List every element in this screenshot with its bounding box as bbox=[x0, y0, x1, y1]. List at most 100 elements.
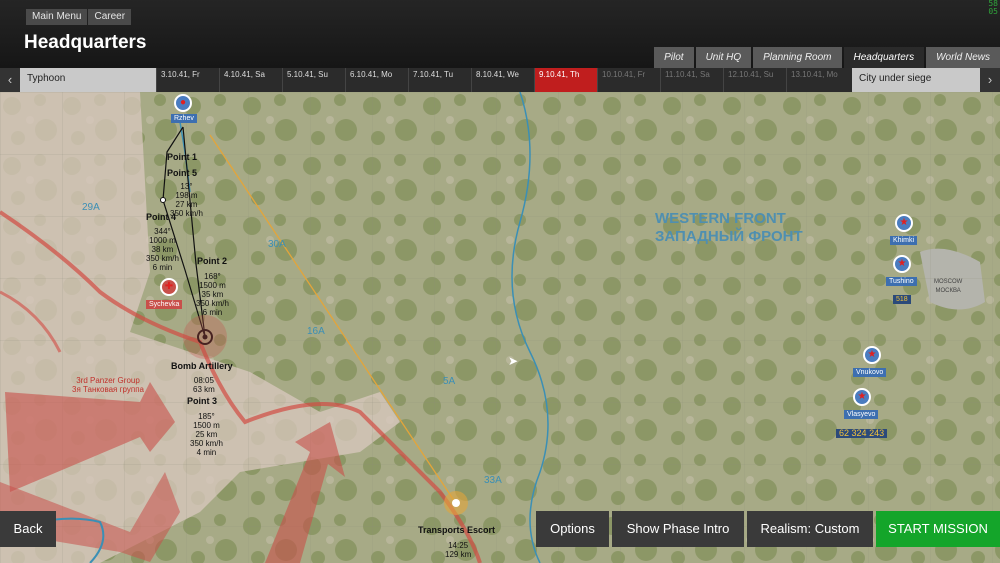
timeline-day-number: 10 bbox=[602, 70, 611, 79]
tab-unit-hq[interactable]: Unit HQ bbox=[695, 47, 752, 68]
timeline-day-number: 13 bbox=[791, 70, 800, 79]
wp4-distance: 38 km bbox=[151, 245, 174, 254]
front-label-ru: ЗАПАДНЫЙ ФРОНТ bbox=[655, 228, 803, 245]
timeline-day-date: .10.41, Fr bbox=[610, 70, 646, 79]
timeline-day-7[interactable]: 7.10.41, Tu bbox=[408, 68, 471, 92]
city-label-sychevka: Sychevka bbox=[146, 300, 183, 309]
enemy-airfield-icon[interactable]: ✚ bbox=[160, 278, 178, 296]
start-mission-button[interactable]: START MISSION bbox=[876, 511, 1000, 547]
timeline-day-date: .10.41, Fr bbox=[165, 70, 200, 79]
timeline-day-date: .10.41, Tu bbox=[417, 70, 454, 79]
target-zone bbox=[183, 315, 227, 359]
timeline-day-4[interactable]: 4.10.41, Sa bbox=[219, 68, 282, 92]
timeline-day-10[interactable]: 10.10.41, Fr bbox=[597, 68, 660, 92]
top-bar: Main Menu Career Headquarters 58 05 Pilo… bbox=[0, 0, 1000, 68]
wp5-altitude: 198 m bbox=[175, 191, 198, 200]
escort-dot bbox=[452, 499, 460, 507]
campaign-timeline: ‹ Typhoon 3.10.41, Fr 4.10.41, Sa 5.10.41,… bbox=[0, 68, 1000, 92]
timeline-day-date: .10.41, Th bbox=[543, 70, 580, 79]
airfield-label-khimki: Khimki bbox=[890, 236, 918, 245]
army-label-33a: 33A bbox=[484, 475, 502, 486]
wp4-time: 6 min bbox=[152, 263, 173, 272]
timeline-day-date: .10.41, Su bbox=[291, 70, 328, 79]
timeline-day-5[interactable]: 5.10.41, Su bbox=[282, 68, 345, 92]
wp2-heading: 168° bbox=[204, 272, 221, 281]
airfield-label-rzhev: Rzhev bbox=[171, 114, 197, 123]
wp3-speed: 350 km/h bbox=[190, 439, 223, 448]
airfield-icon-vnukovo[interactable]: ★ bbox=[863, 346, 881, 364]
timeline-day-3[interactable]: 3.10.41, Fr bbox=[156, 68, 219, 92]
wp2-time: 6 min bbox=[202, 308, 223, 317]
army-label-5a: 5A bbox=[443, 376, 456, 387]
waypoint-label-3: Point 3 bbox=[187, 396, 218, 406]
timeline-day-date: .10.41, We bbox=[480, 70, 519, 79]
wp3-altitude: 1500 m bbox=[193, 421, 220, 430]
waypoint-label-5: Point 5 bbox=[167, 168, 198, 178]
moscow-label: MOSCOW МОСКВА bbox=[934, 278, 962, 296]
timeline-day-8[interactable]: 8.10.41, We bbox=[471, 68, 534, 92]
timeline-day-date: .10.41, Su bbox=[736, 70, 774, 79]
wp3-distance: 25 km bbox=[195, 430, 218, 439]
wp4-heading: 344° bbox=[154, 227, 171, 236]
tab-bar: Pilot Unit HQ Planning Room Headquarters… bbox=[652, 47, 1000, 68]
map-graphics bbox=[0, 92, 1000, 563]
timeline-day-13[interactable]: 13.10.41, Mo bbox=[786, 68, 849, 92]
waypoint-label-4: Point 4 bbox=[146, 212, 177, 222]
back-button[interactable]: Back bbox=[0, 511, 56, 547]
show-phase-intro-button[interactable]: Show Phase Intro bbox=[612, 511, 744, 547]
mouse-cursor-icon: ➤ bbox=[508, 354, 519, 368]
target-info: 08:05 63 km bbox=[193, 376, 215, 394]
panzer-group-label: 3rd Panzer Group 3я Танковая группа bbox=[72, 376, 144, 394]
timeline-day-date: .10.41, Mo bbox=[354, 70, 393, 79]
breadcrumb-main-menu[interactable]: Main Menu bbox=[26, 9, 88, 25]
army-label-16a: 16A bbox=[307, 326, 325, 337]
tab-world-news[interactable]: World News bbox=[926, 47, 1000, 68]
waypoint-marker-4[interactable] bbox=[160, 197, 166, 203]
timeline-day-number: 12 bbox=[728, 70, 737, 79]
target-time: 08:05 bbox=[193, 376, 214, 385]
tab-headquarters[interactable]: Headquarters bbox=[843, 47, 925, 68]
airfield-icon-vlasyevo[interactable]: ★ bbox=[853, 388, 871, 406]
timeline-day-9[interactable]: 9.10.41, Th bbox=[534, 68, 597, 92]
wp2-altitude: 1500 m bbox=[199, 281, 226, 290]
map-view[interactable]: ● Rzhev ✚ Sychevka Point 1 Point 5 13° 1… bbox=[0, 92, 1000, 563]
wp5-distance: 27 km bbox=[175, 200, 198, 209]
timeline-day-date: .10.41, Sa bbox=[673, 70, 710, 79]
timeline-day-date: .10.41, Mo bbox=[799, 70, 838, 79]
breadcrumb-career[interactable]: Career bbox=[88, 9, 132, 25]
wp4-speed: 350 km/h bbox=[146, 254, 179, 263]
options-button[interactable]: Options bbox=[536, 511, 609, 547]
timeline-day-12[interactable]: 12.10.41, Su bbox=[723, 68, 786, 92]
airfield-label-tushino: Tushino bbox=[886, 277, 917, 286]
wp3-heading: 185° bbox=[198, 412, 215, 421]
unit-count-a: 62 bbox=[839, 428, 850, 438]
waypoint-label-2: Point 2 bbox=[197, 256, 228, 266]
home-airfield-icon[interactable]: ● bbox=[174, 94, 192, 112]
unit-count-b: 324 bbox=[851, 428, 867, 438]
timeline-day-6[interactable]: 6.10.41, Mo bbox=[345, 68, 408, 92]
clock-readout: 58 05 bbox=[988, 0, 998, 16]
breadcrumb: Main Menu Career bbox=[26, 9, 132, 25]
realism-button[interactable]: Realism: Custom bbox=[747, 511, 873, 547]
timeline-next-icon[interactable]: › bbox=[980, 68, 1000, 92]
unit-count-tushino: 518 bbox=[893, 295, 911, 304]
tab-pilot[interactable]: Pilot bbox=[654, 47, 694, 68]
airfield-label-vlasyevo: Vlasyevo bbox=[844, 410, 879, 419]
airfield-icon-tushino[interactable]: ★ bbox=[893, 255, 911, 273]
timeline-day-11[interactable]: 11.10.41, Sa bbox=[660, 68, 723, 92]
waypoint-info-3: 185° 1500 m 25 km 350 km/h 4 min bbox=[190, 412, 223, 457]
moscow-label-en: MOSCOW bbox=[934, 279, 963, 285]
airfield-icon-khimki[interactable]: ★ bbox=[895, 214, 913, 232]
airfield-label-vnukovo: Vnukovo bbox=[853, 368, 887, 377]
escort-label: Transports Escort bbox=[418, 525, 496, 535]
wp2-speed: 350 km/h bbox=[196, 299, 229, 308]
tab-planning-room[interactable]: Planning Room bbox=[753, 47, 842, 68]
timeline-prev-icon[interactable]: ‹ bbox=[0, 68, 20, 92]
target-distance: 63 km bbox=[193, 385, 215, 394]
moscow-label-ru: МОСКВА bbox=[935, 288, 961, 294]
front-label: WESTERN FRONT ЗАПАДНЫЙ ФРОНТ bbox=[655, 210, 803, 246]
waypoint-info-2: 168° 1500 m 35 km 350 km/h 6 min bbox=[196, 272, 229, 317]
map-grid bbox=[0, 92, 1000, 563]
phase-label-left: Typhoon bbox=[20, 68, 156, 92]
escort-distance: 129 km bbox=[445, 550, 472, 559]
